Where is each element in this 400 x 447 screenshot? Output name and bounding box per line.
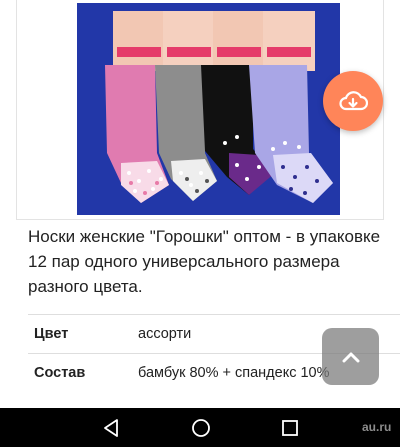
product-description: Носки женские "Горошки" оптом - в упаков… (28, 227, 381, 296)
cloud-download-icon (339, 91, 368, 111)
spec-value: ассорти (138, 326, 192, 342)
system-navigation-bar (0, 408, 400, 447)
spec-name: Цвет (34, 326, 69, 342)
back-triangle-icon[interactable] (100, 417, 122, 439)
spec-value: бамбук 80% + спандекс 10% (138, 365, 330, 381)
scroll-to-top-button[interactable] (322, 328, 379, 385)
chevron-up-icon (342, 352, 359, 362)
download-button[interactable] (323, 71, 383, 131)
socks-illustration (77, 3, 340, 215)
recents-square-icon[interactable] (279, 417, 301, 439)
home-circle-icon[interactable] (190, 417, 212, 439)
product-photo[interactable] (77, 3, 340, 215)
spec-name: Состав (34, 365, 86, 381)
site-watermark: au.ru (362, 420, 392, 434)
